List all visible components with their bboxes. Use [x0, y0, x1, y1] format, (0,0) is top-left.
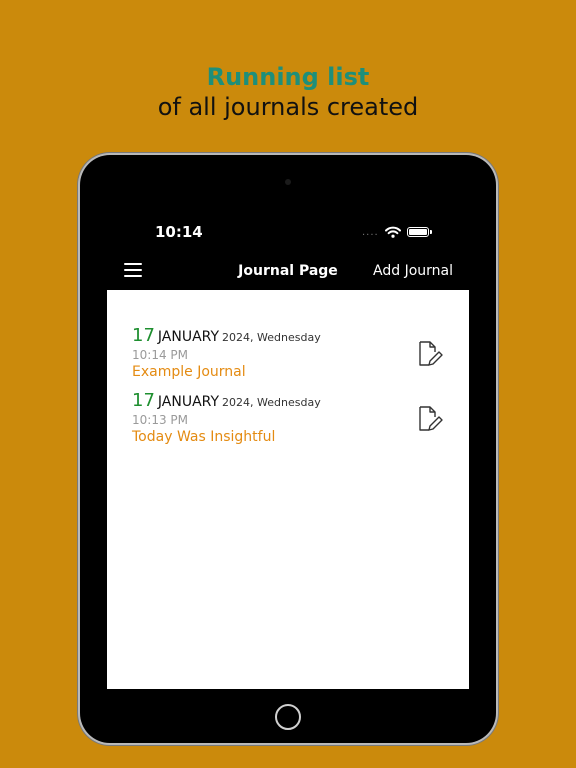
battery-icon [406, 227, 432, 237]
journal-list-item[interactable]: 17 JANUARY 2024, Wednesday 10:14 PM Exampl… [132, 325, 442, 380]
journal-list-item[interactable]: 17 JANUARY 2024, Wednesday 10:13 PM Today … [132, 390, 442, 445]
journal-time: 10:14 PM [132, 348, 188, 362]
journal-year-weekday: 2024, Wednesday [222, 396, 321, 409]
edit-document-icon[interactable] [417, 405, 443, 433]
journal-time: 10:13 PM [132, 413, 188, 427]
journal-list: 17 JANUARY 2024, Wednesday 10:14 PM Exampl… [107, 290, 469, 689]
edit-document-icon[interactable] [417, 340, 443, 368]
status-icons: .... [362, 223, 432, 241]
status-time: 10:14 [155, 223, 203, 241]
add-journal-button[interactable]: Add Journal [373, 263, 453, 279]
tablet-device: 10:14 .... Journal Page Add Journal 17 JA… [80, 155, 496, 743]
journal-year-weekday: 2024, Wednesday [222, 331, 321, 344]
wifi-icon [384, 226, 401, 238]
camera-icon [285, 179, 291, 185]
journal-month: JANUARY [157, 329, 220, 345]
journal-month: JANUARY [157, 394, 220, 410]
navbar: Journal Page Add Journal [107, 255, 469, 289]
journal-title[interactable]: Example Journal [132, 364, 442, 380]
home-button[interactable] [275, 704, 301, 730]
journal-date: 17 JANUARY 2024, Wednesday [132, 390, 442, 411]
journal-date: 17 JANUARY 2024, Wednesday [132, 325, 442, 346]
signal-dots-icon: .... [362, 226, 379, 238]
promo-headline-text: of all journals created [157, 93, 419, 121]
journal-title[interactable]: Today Was Insightful [132, 429, 442, 445]
journal-day: 17 [132, 390, 155, 411]
promo-headline: Running list of all journals created [0, 62, 576, 122]
promo-headline-accent: Running list [206, 63, 370, 91]
journal-day: 17 [132, 325, 155, 346]
